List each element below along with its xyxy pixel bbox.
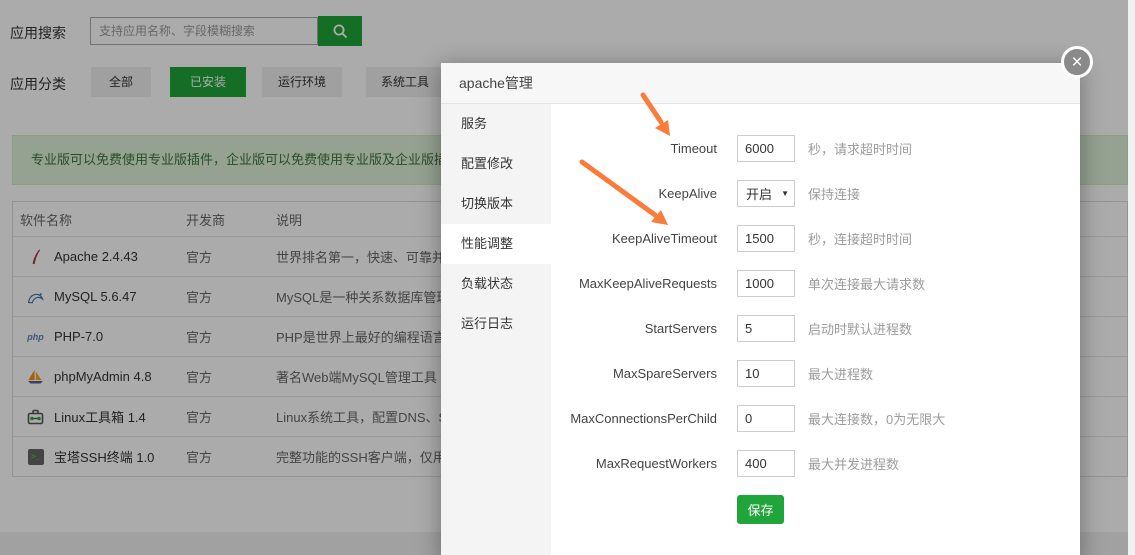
modal-title: apache管理: [441, 63, 1080, 104]
tab-config-edit[interactable]: 配置修改: [441, 144, 551, 184]
keepalive-label: KeepAlive: [551, 186, 717, 201]
keepalivetimeout-label: KeepAliveTimeout: [551, 231, 717, 246]
maxkeepaliverequests-label: MaxKeepAliveRequests: [551, 276, 717, 291]
keepalivetimeout-input[interactable]: [737, 225, 795, 252]
maxspareservers-input[interactable]: [737, 360, 795, 387]
maxrequestworkers-label: MaxRequestWorkers: [551, 456, 717, 471]
startservers-label: StartServers: [551, 321, 717, 336]
maxkeepaliverequests-input[interactable]: [737, 270, 795, 297]
maxconnectionsperchild-input[interactable]: [737, 405, 795, 432]
form-row: KeepAliveTimeout 秒，连接超时时间: [551, 216, 1080, 261]
tab-run-log[interactable]: 运行日志: [441, 304, 551, 344]
modal-close-button[interactable]: ×: [1061, 46, 1093, 78]
save-button[interactable]: 保存: [737, 495, 784, 524]
form-row: MaxSpareServers 最大进程数: [551, 351, 1080, 396]
keepalive-select-value: 开启: [746, 184, 772, 203]
screen: 应用搜索 应用分类 全部 已安装 运行环境 系统工具 专业版可以免费使用专业版插…: [0, 0, 1135, 555]
caret-down-icon: ▼: [781, 189, 789, 198]
form-row: Timeout 秒，请求超时时间: [551, 126, 1080, 171]
maxrequestworkers-input[interactable]: [737, 450, 795, 477]
browser-scrollbar[interactable]: [1128, 0, 1135, 555]
apache-settings-modal: apache管理 服务 配置修改 切换版本 性能调整 负载状态 运行日志 Tim…: [441, 63, 1080, 555]
tab-service[interactable]: 服务: [441, 104, 551, 144]
form-row: KeepAlive 开启 ▼ 保持连接: [551, 171, 1080, 216]
maxrequestworkers-hint: 最大并发进程数: [808, 454, 899, 473]
tab-switch-version[interactable]: 切换版本: [441, 184, 551, 224]
timeout-label: Timeout: [551, 141, 717, 156]
maxspareservers-hint: 最大进程数: [808, 364, 873, 383]
keepalive-hint: 保持连接: [808, 184, 860, 203]
form-row: MaxKeepAliveRequests 单次连接最大请求数: [551, 261, 1080, 306]
form-row: MaxRequestWorkers 最大并发进程数: [551, 441, 1080, 486]
timeout-hint: 秒，请求超时时间: [808, 139, 912, 158]
performance-form: Timeout 秒，请求超时时间 KeepAlive 开启 ▼ 保持连接 Kee…: [551, 104, 1080, 555]
tab-load-status[interactable]: 负载状态: [441, 264, 551, 304]
keepalive-select[interactable]: 开启 ▼: [737, 180, 795, 207]
maxconnectionsperchild-hint: 最大连接数，0为无限大: [808, 409, 945, 428]
form-row: MaxConnectionsPerChild 最大连接数，0为无限大: [551, 396, 1080, 441]
startservers-hint: 启动时默认进程数: [808, 319, 912, 338]
modal-sidebar: 服务 配置修改 切换版本 性能调整 负载状态 运行日志: [441, 104, 551, 555]
timeout-input[interactable]: [737, 135, 795, 162]
close-icon: ×: [1071, 53, 1082, 72]
form-row: StartServers 启动时默认进程数: [551, 306, 1080, 351]
maxconnectionsperchild-label: MaxConnectionsPerChild: [551, 411, 717, 426]
keepalivetimeout-hint: 秒，连接超时时间: [808, 229, 912, 248]
maxkeepaliverequests-hint: 单次连接最大请求数: [808, 274, 925, 293]
maxspareservers-label: MaxSpareServers: [551, 366, 717, 381]
startservers-input[interactable]: [737, 315, 795, 342]
tab-performance[interactable]: 性能调整: [441, 224, 551, 264]
